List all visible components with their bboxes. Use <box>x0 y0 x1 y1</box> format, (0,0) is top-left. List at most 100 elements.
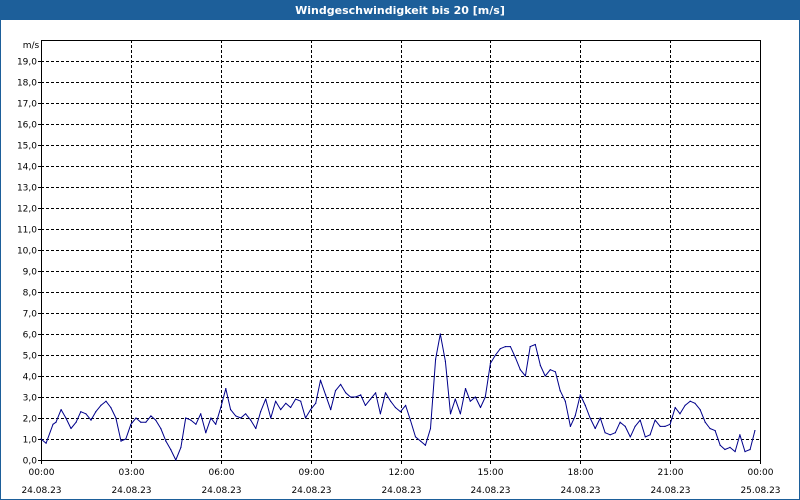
y-tick-label: 13,0 <box>17 184 37 194</box>
data-point <box>514 356 516 358</box>
data-point <box>75 421 77 423</box>
y-axis-ticks: 0,0 1,0 2,0 3,0 4,0 5,0 6,0 7,0 8,0 9,0 10,0 11,0 12… <box>17 58 41 467</box>
data-point <box>619 421 621 423</box>
data-point <box>424 444 426 446</box>
data-point <box>205 432 207 434</box>
data-point <box>749 448 751 451</box>
data-point <box>594 427 596 430</box>
data-point <box>130 423 132 425</box>
data-point <box>315 402 317 404</box>
data-point <box>544 375 546 377</box>
data-point <box>684 404 686 406</box>
data-point <box>584 404 586 406</box>
data-point <box>599 417 601 419</box>
data-point <box>524 375 527 377</box>
data-point <box>265 398 267 400</box>
data-point <box>634 425 636 427</box>
data-point <box>654 419 656 421</box>
data-point <box>195 423 197 425</box>
data-point <box>310 409 312 411</box>
data-point <box>345 392 347 394</box>
data-point <box>429 427 432 430</box>
y-tick-label: 3,0 <box>23 394 38 404</box>
data-point <box>340 383 342 385</box>
data-point <box>659 425 661 427</box>
data-point <box>220 406 222 409</box>
data-point <box>55 421 57 423</box>
data-point <box>160 427 162 430</box>
data-point <box>300 400 302 402</box>
data-point <box>479 406 482 409</box>
data-point <box>110 406 112 409</box>
data-point <box>719 444 721 446</box>
x-tick-time-label: 00:00 <box>29 468 55 478</box>
data-point <box>694 402 696 404</box>
x-tick-time-label: 18:00 <box>568 468 594 478</box>
data-point <box>65 417 67 419</box>
data-point <box>539 364 542 367</box>
x-tick-time-label: 03:00 <box>119 468 145 478</box>
data-point <box>554 371 557 373</box>
data-point <box>230 409 232 411</box>
data-point <box>275 400 277 402</box>
data-point <box>729 446 731 448</box>
x-tick-time-label: 09:00 <box>299 468 325 478</box>
x-tick-time-label: 00:00 <box>748 468 774 478</box>
data-point <box>444 360 446 362</box>
y-tick-label: 17,0 <box>17 100 37 110</box>
data-point <box>499 348 501 350</box>
y-tick-label: 8,0 <box>23 289 38 299</box>
data-point <box>190 419 192 421</box>
y-tick-label: 19,0 <box>17 58 37 68</box>
y-tick-label: 11,0 <box>17 226 37 236</box>
x-tick-date-label: 24.08.23 <box>560 486 600 496</box>
data-point <box>474 396 476 398</box>
data-point <box>394 406 396 409</box>
x-axis-ticks: 00:00 24.08.23 03:00 24.08.23 06:00 24.08.23 0… <box>21 460 781 496</box>
data-point <box>409 419 411 421</box>
data-point <box>334 390 337 392</box>
data-point <box>115 417 117 419</box>
data-point <box>150 415 152 417</box>
data-point <box>304 417 307 419</box>
data-point <box>464 388 467 390</box>
data-point <box>95 411 97 413</box>
data-point <box>420 440 422 442</box>
data-point <box>504 346 506 348</box>
data-point <box>135 417 137 419</box>
data-point <box>364 404 366 406</box>
data-point <box>674 406 676 409</box>
data-point <box>80 411 82 413</box>
data-point <box>664 425 666 427</box>
y-tick-label: 15,0 <box>17 142 37 152</box>
data-point <box>609 434 611 436</box>
x-tick-time-label: 15:00 <box>478 468 504 478</box>
y-tick-label: 12,0 <box>17 205 37 215</box>
y-tick-label: 0,0 <box>23 457 38 467</box>
chart-window: Windgeschwindigkeit bis 20 [m/s] m/s 0,0… <box>0 0 800 500</box>
data-point <box>390 400 392 402</box>
data-point <box>215 423 217 425</box>
x-tick-date-label: 24.08.23 <box>381 486 421 496</box>
data-point <box>180 446 182 448</box>
data-point <box>295 398 297 400</box>
y-tick-label: 16,0 <box>17 121 37 131</box>
data-point <box>155 419 157 421</box>
data-point <box>454 398 456 400</box>
data-point <box>699 409 701 411</box>
data-point <box>644 436 646 438</box>
x-tick-date-label: 24.08.23 <box>201 486 241 496</box>
data-point <box>449 413 452 415</box>
data-point <box>679 413 681 415</box>
data-point <box>235 415 237 417</box>
x-tick-date-label: 24.08.23 <box>470 486 510 496</box>
data-point <box>319 379 322 381</box>
y-tick-label: 14,0 <box>17 163 37 173</box>
data-point <box>245 413 247 415</box>
data-point <box>639 419 641 421</box>
x-tick-date-label: 24.08.23 <box>291 486 331 496</box>
data-point <box>165 440 167 442</box>
window-title: Windgeschwindigkeit bis 20 [m/s] <box>1 1 799 20</box>
data-point <box>60 409 62 411</box>
data-point <box>724 448 726 451</box>
